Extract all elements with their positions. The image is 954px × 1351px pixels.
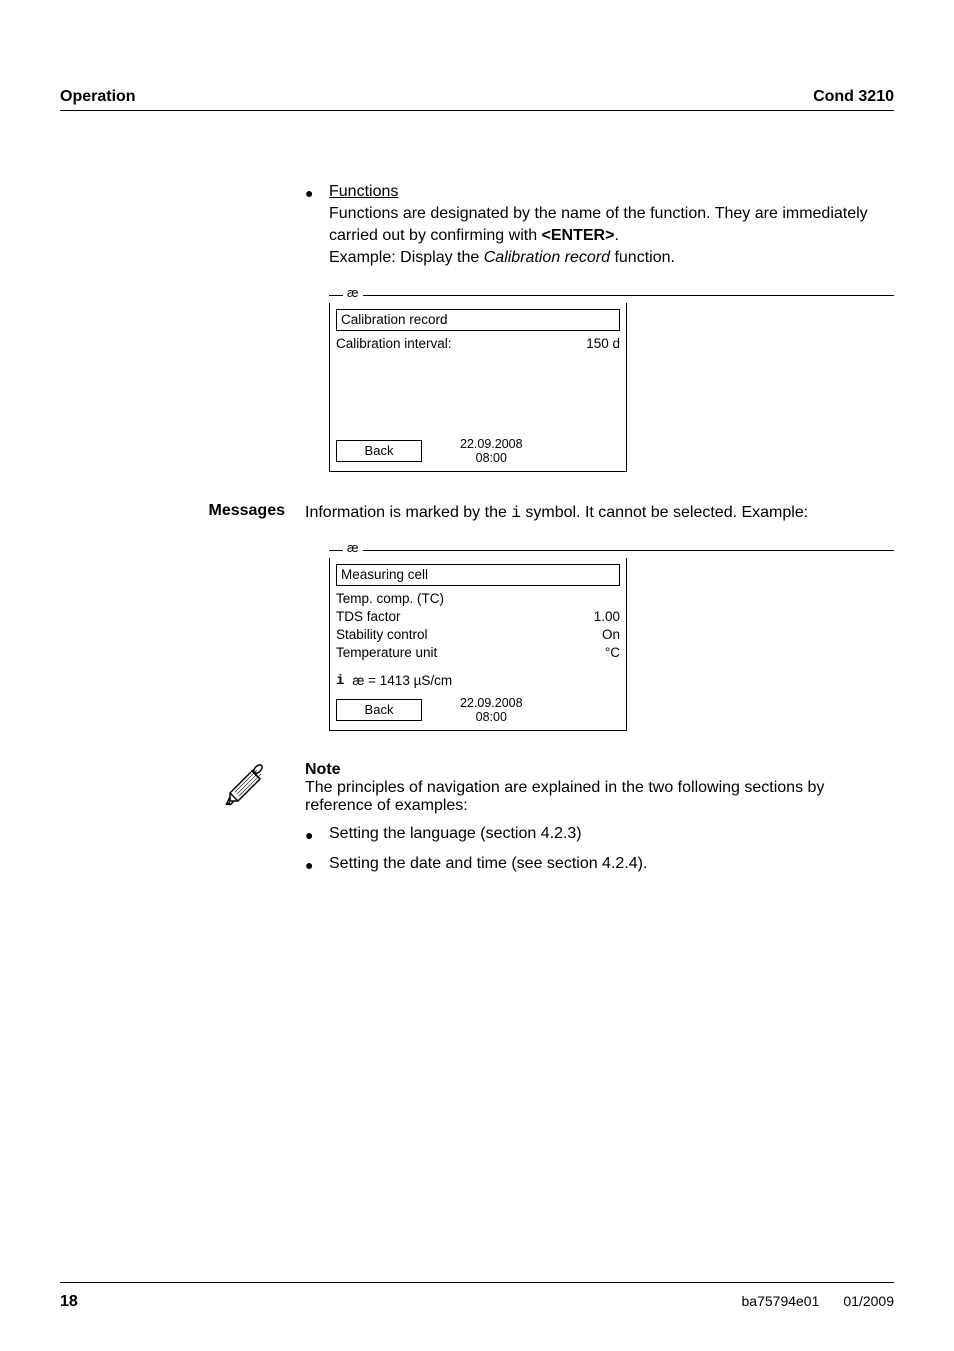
note-bullet-2: ● Setting the date and time (see section… (305, 853, 894, 875)
screen1-time: 08:00 (476, 451, 507, 465)
note-bullet-text: Setting the date and time (see section 4… (329, 853, 894, 875)
note-label: Note (305, 761, 894, 779)
functions-bullet-row: ● Functions Functions are designated by … (305, 181, 894, 269)
page-footer: 18 ba75794e01 01/2009 (60, 1282, 894, 1311)
screen1-back-button[interactable]: Back (336, 440, 422, 462)
screen1-tab-label: æ (343, 285, 363, 300)
bullet-icon: ● (305, 823, 329, 845)
messages-label: Messages (60, 502, 305, 524)
messages-prefix: Information is marked by the (305, 504, 511, 521)
note-body: The principles of navigation are explain… (305, 779, 894, 815)
screen2-row-label: TDS factor (336, 608, 401, 626)
doc-id: ba75794e01 (742, 1293, 820, 1311)
screen2-row-value: °C (605, 644, 620, 662)
doc-date: 01/2009 (843, 1293, 894, 1311)
screen2-row-value: On (602, 626, 620, 644)
enter-key: <ENTER> (542, 227, 615, 244)
screen2-row-label: Temperature unit (336, 644, 437, 662)
screen2-title: Measuring cell (336, 564, 620, 586)
info-icon: i (336, 672, 344, 690)
note-bullet-1: ● Setting the language (section 4.2.3) (305, 823, 894, 845)
header-right: Cond 3210 (813, 88, 894, 106)
functions-title: Functions (329, 183, 398, 200)
functions-body-2c: function. (610, 249, 675, 266)
screen2-row: TDS factor 1.00 (336, 608, 620, 626)
screen2-back-button[interactable]: Back (336, 699, 422, 721)
screen2-row-label: Stability control (336, 626, 428, 644)
functions-body-1b: . (614, 227, 618, 244)
functions-body-2a: Example: Display the (329, 249, 484, 266)
functions-text: Functions Functions are designated by th… (329, 181, 894, 269)
bullet-icon: ● (305, 853, 329, 875)
screen1-date: 22.09.2008 (460, 437, 523, 451)
page-header: Operation Cond 3210 (60, 88, 894, 106)
page-number: 18 (60, 1293, 78, 1311)
screen2-info-row: i æ = 1413 µS/cm (336, 672, 620, 690)
info-i-symbol: i (511, 504, 521, 522)
bullet-icon: ● (305, 181, 329, 269)
screen2-row: Stability control On (336, 626, 620, 644)
functions-body-2b: Calibration record (484, 249, 610, 266)
screen1-container: æ Calibration record Calibration interva… (329, 289, 894, 472)
screen1-row-interval: Calibration interval: 150 d (336, 335, 620, 353)
screen1-interval-value: 150 d (586, 335, 620, 353)
screen1-interval-label: Calibration interval: (336, 335, 452, 353)
header-rule (60, 110, 894, 111)
note-bullet-text: Setting the language (section 4.2.3) (329, 823, 894, 845)
screen2-row-value: 1.00 (594, 608, 620, 626)
screen2-row: Temperature unit °C (336, 644, 620, 662)
screen2-container: æ Measuring cell Temp. comp. (TC) TDS fa… (329, 544, 894, 731)
screen2-row: Temp. comp. (TC) (336, 590, 620, 608)
screen1-datetime: 22.09.2008 08:00 (422, 437, 561, 465)
screen2-row-label: Temp. comp. (TC) (336, 590, 444, 608)
note-icon (224, 763, 268, 807)
messages-suffix: symbol. It cannot be selected. Example: (521, 504, 808, 521)
screen2-date: 22.09.2008 (460, 696, 523, 710)
messages-text: Information is marked by the i symbol. I… (305, 502, 894, 524)
screen2-tab-label: æ (343, 540, 363, 555)
screen1-title: Calibration record (336, 309, 620, 331)
screen2-time: 08:00 (476, 710, 507, 724)
header-left: Operation (60, 88, 136, 106)
screen2-info-text: æ = 1413 µS/cm (352, 672, 452, 690)
screen2-datetime: 22.09.2008 08:00 (422, 696, 561, 724)
